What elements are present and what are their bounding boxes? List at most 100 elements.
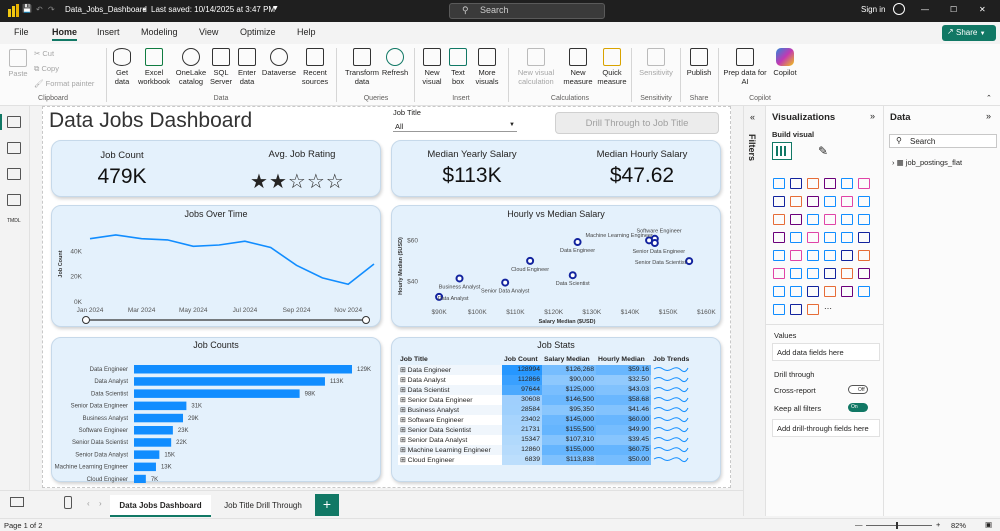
job-stats-table-card[interactable]: Job Stats Job Title Job Count Salary Med… <box>391 337 721 482</box>
visual-type-icon[interactable] <box>807 196 819 207</box>
visual-type-icon[interactable] <box>824 232 836 243</box>
table-item[interactable]: › ▦ job_postings_flat <box>892 158 962 167</box>
desktop-view-icon[interactable] <box>10 497 24 507</box>
zoom-out-icon[interactable]: — <box>855 520 863 529</box>
tab-job-title-drill-through[interactable]: Job Title Drill Through <box>214 495 312 517</box>
menu-insert[interactable]: Insert <box>97 27 120 37</box>
visual-type-icon[interactable] <box>773 178 785 189</box>
menu-optimize[interactable]: Optimize <box>240 27 276 37</box>
maximize-icon[interactable]: ☐ <box>950 5 957 14</box>
visual-type-icon[interactable] <box>824 268 836 279</box>
copilot-button[interactable]: Copilot <box>771 48 799 77</box>
visual-type-icon[interactable] <box>773 268 785 279</box>
fit-page-icon[interactable]: ▣ <box>985 520 992 529</box>
visual-type-icon[interactable] <box>858 196 870 207</box>
jobs-over-time-chart[interactable]: Jobs Over Time 40K 20K 0K Job Count Jan 2024… <box>51 205 381 327</box>
table-view-icon[interactable] <box>7 142 21 154</box>
tab-data-jobs-dashboard[interactable]: Data Jobs Dashboard <box>110 495 211 517</box>
table-row[interactable]: ⊞ Senior Data Engineer 30608 $146,500 $58.6… <box>398 394 691 405</box>
sensitivity-button[interactable]: Sensitivity <box>635 48 677 77</box>
refresh-button[interactable]: Refresh <box>381 48 409 77</box>
filters-pane-collapsed[interactable]: « Filters <box>743 106 765 516</box>
build-visual-tab-icon[interactable] <box>772 142 792 160</box>
table-row[interactable]: ⊞ Cloud Engineer 6839 $113,838 $50.00 <box>398 454 691 465</box>
visual-type-icon[interactable] <box>773 250 785 261</box>
cut-button[interactable]: ✂ Cut <box>34 49 54 58</box>
visual-type-icon[interactable] <box>841 196 853 207</box>
col-header-salary[interactable]: Salary Median <box>542 355 596 365</box>
text-box-button[interactable]: Text box <box>447 48 469 86</box>
get-data-button[interactable]: Get data <box>110 48 134 86</box>
drill-through-well[interactable]: Add drill-through fields here <box>772 419 880 437</box>
new-visual-button[interactable]: New visual <box>419 48 445 86</box>
col-header-count[interactable]: Job Count <box>502 355 542 365</box>
table-row[interactable]: ⊞ Software Engineer 23402 $145,000 $60.00 <box>398 414 691 425</box>
transform-data-button[interactable]: Transform data <box>343 48 381 86</box>
onelake-catalog-button[interactable]: OneLake catalog <box>174 48 208 86</box>
save-icon[interactable]: 💾 <box>22 4 32 13</box>
kpi-card-jobs[interactable]: Job Count 479K Avg. Job Rating ★★☆☆☆ <box>51 140 381 197</box>
prep-data-button[interactable]: Prep data for AI <box>721 48 769 86</box>
excel-workbook-button[interactable]: Excel workbook <box>136 48 172 86</box>
visual-type-icon[interactable] <box>773 232 785 243</box>
hourly-vs-salary-chart[interactable]: Hourly vs Median Salary $60 $40 $90K $100K $… <box>391 205 721 327</box>
visual-type-icon[interactable] <box>790 214 802 225</box>
drill-through-button[interactable]: Drill Through to Job Title <box>555 112 719 134</box>
menu-file[interactable]: File <box>14 27 29 37</box>
chevron-down-icon[interactable]: ▼ <box>272 5 279 12</box>
visual-type-icon[interactable] <box>790 250 802 261</box>
menu-home[interactable]: Home <box>52 27 78 41</box>
more-visuals-button[interactable]: More visuals <box>472 48 502 86</box>
visual-type-icon[interactable] <box>790 178 802 189</box>
visual-type-icon[interactable] <box>807 214 819 225</box>
format-visual-icon[interactable]: ✎ <box>818 144 828 158</box>
menu-view[interactable]: View <box>199 27 218 37</box>
collapse-icon[interactable]: » <box>986 111 991 121</box>
expand-icon[interactable]: « <box>750 112 755 122</box>
table-row[interactable]: ⊞ Machine Learning Engineer 12860 $155,000… <box>398 444 691 455</box>
visual-type-icon[interactable] <box>790 304 802 315</box>
visual-type-icon[interactable] <box>824 214 836 225</box>
format-painter-button[interactable]: 🖌 Format painter <box>34 79 94 88</box>
visual-type-icon[interactable] <box>807 304 819 315</box>
cross-report-toggle[interactable]: Off <box>848 385 868 395</box>
visual-type-icon[interactable] <box>841 214 853 225</box>
visual-type-icon[interactable] <box>858 250 870 261</box>
visual-type-icon[interactable] <box>807 232 819 243</box>
visual-type-icon[interactable] <box>858 286 870 297</box>
sign-in-link[interactable]: Sign in <box>861 5 885 14</box>
visual-type-icon[interactable] <box>841 232 853 243</box>
data-search-input[interactable]: ⚲ Search <box>889 134 997 148</box>
new-measure-button[interactable]: New measure <box>561 48 595 86</box>
visual-type-icon[interactable] <box>824 286 836 297</box>
minimize-icon[interactable]: — <box>921 5 929 14</box>
add-page-button[interactable]: + <box>315 494 339 516</box>
close-icon[interactable]: ✕ <box>979 5 986 14</box>
visual-type-icon[interactable] <box>790 286 802 297</box>
job-counts-chart[interactable]: Job Counts Data Engineer 129K Data Analyst… <box>51 337 381 483</box>
visual-type-icon[interactable] <box>841 178 853 189</box>
search-input[interactable]: ⚲ Search <box>449 3 605 19</box>
visual-type-icon[interactable] <box>773 196 785 207</box>
mobile-view-icon[interactable] <box>64 496 72 509</box>
visual-type-icon[interactable] <box>858 232 870 243</box>
menu-modeling[interactable]: Modeling <box>141 27 178 37</box>
scroll-right-icon[interactable]: › <box>99 499 102 508</box>
paste-button[interactable]: Paste <box>6 49 30 78</box>
report-view-icon[interactable] <box>7 116 21 128</box>
table-row[interactable]: ⊞ Senior Data Scientist 21731 $155,500 $49.… <box>398 424 691 435</box>
enter-data-button[interactable]: Enter data <box>236 48 258 86</box>
table-row[interactable]: ⊞ Data Engineer 128994 $126,268 $59.16 <box>398 364 691 375</box>
visual-type-icon[interactable] <box>824 178 836 189</box>
share-button[interactable]: ↗ Share ▼ <box>942 25 996 41</box>
recent-sources-button[interactable]: Recent sources <box>298 48 332 86</box>
visual-type-icon[interactable] <box>773 214 785 225</box>
quick-measure-button[interactable]: Quick measure <box>597 48 627 86</box>
visual-type-icon[interactable] <box>858 178 870 189</box>
new-visual-calculation-button[interactable]: New visual calculation <box>513 48 559 86</box>
zoom-in-icon[interactable]: + <box>936 520 940 529</box>
table-row[interactable]: ⊞ Data Analyst 112866 $90,000 $32.50 <box>398 374 691 385</box>
visual-type-icon[interactable] <box>841 250 853 261</box>
visual-type-icon[interactable] <box>773 304 785 315</box>
visual-type-icon[interactable] <box>790 232 802 243</box>
